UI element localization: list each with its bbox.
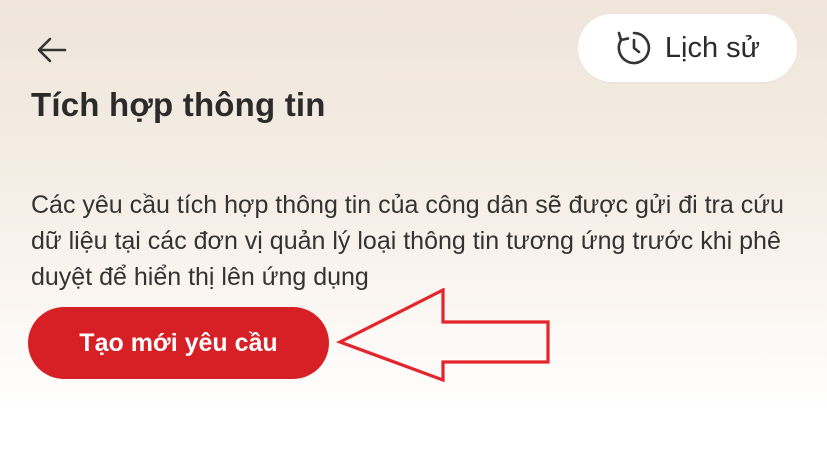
history-clock-icon: [615, 29, 653, 67]
create-request-label: Tạo mới yêu cầu: [79, 328, 278, 357]
history-button[interactable]: Lịch sử: [578, 14, 797, 82]
back-button[interactable]: [28, 28, 76, 72]
arrow-left-icon: [37, 37, 67, 63]
page-title: Tích hợp thông tin: [31, 86, 326, 123]
page-description: Các yêu cầu tích hợp thông tin của công …: [31, 191, 784, 291]
create-request-button[interactable]: Tạo mới yêu cầu: [28, 307, 329, 379]
history-label: Lịch sử: [664, 31, 761, 64]
red-arrow-annotation-icon: [335, 288, 550, 383]
